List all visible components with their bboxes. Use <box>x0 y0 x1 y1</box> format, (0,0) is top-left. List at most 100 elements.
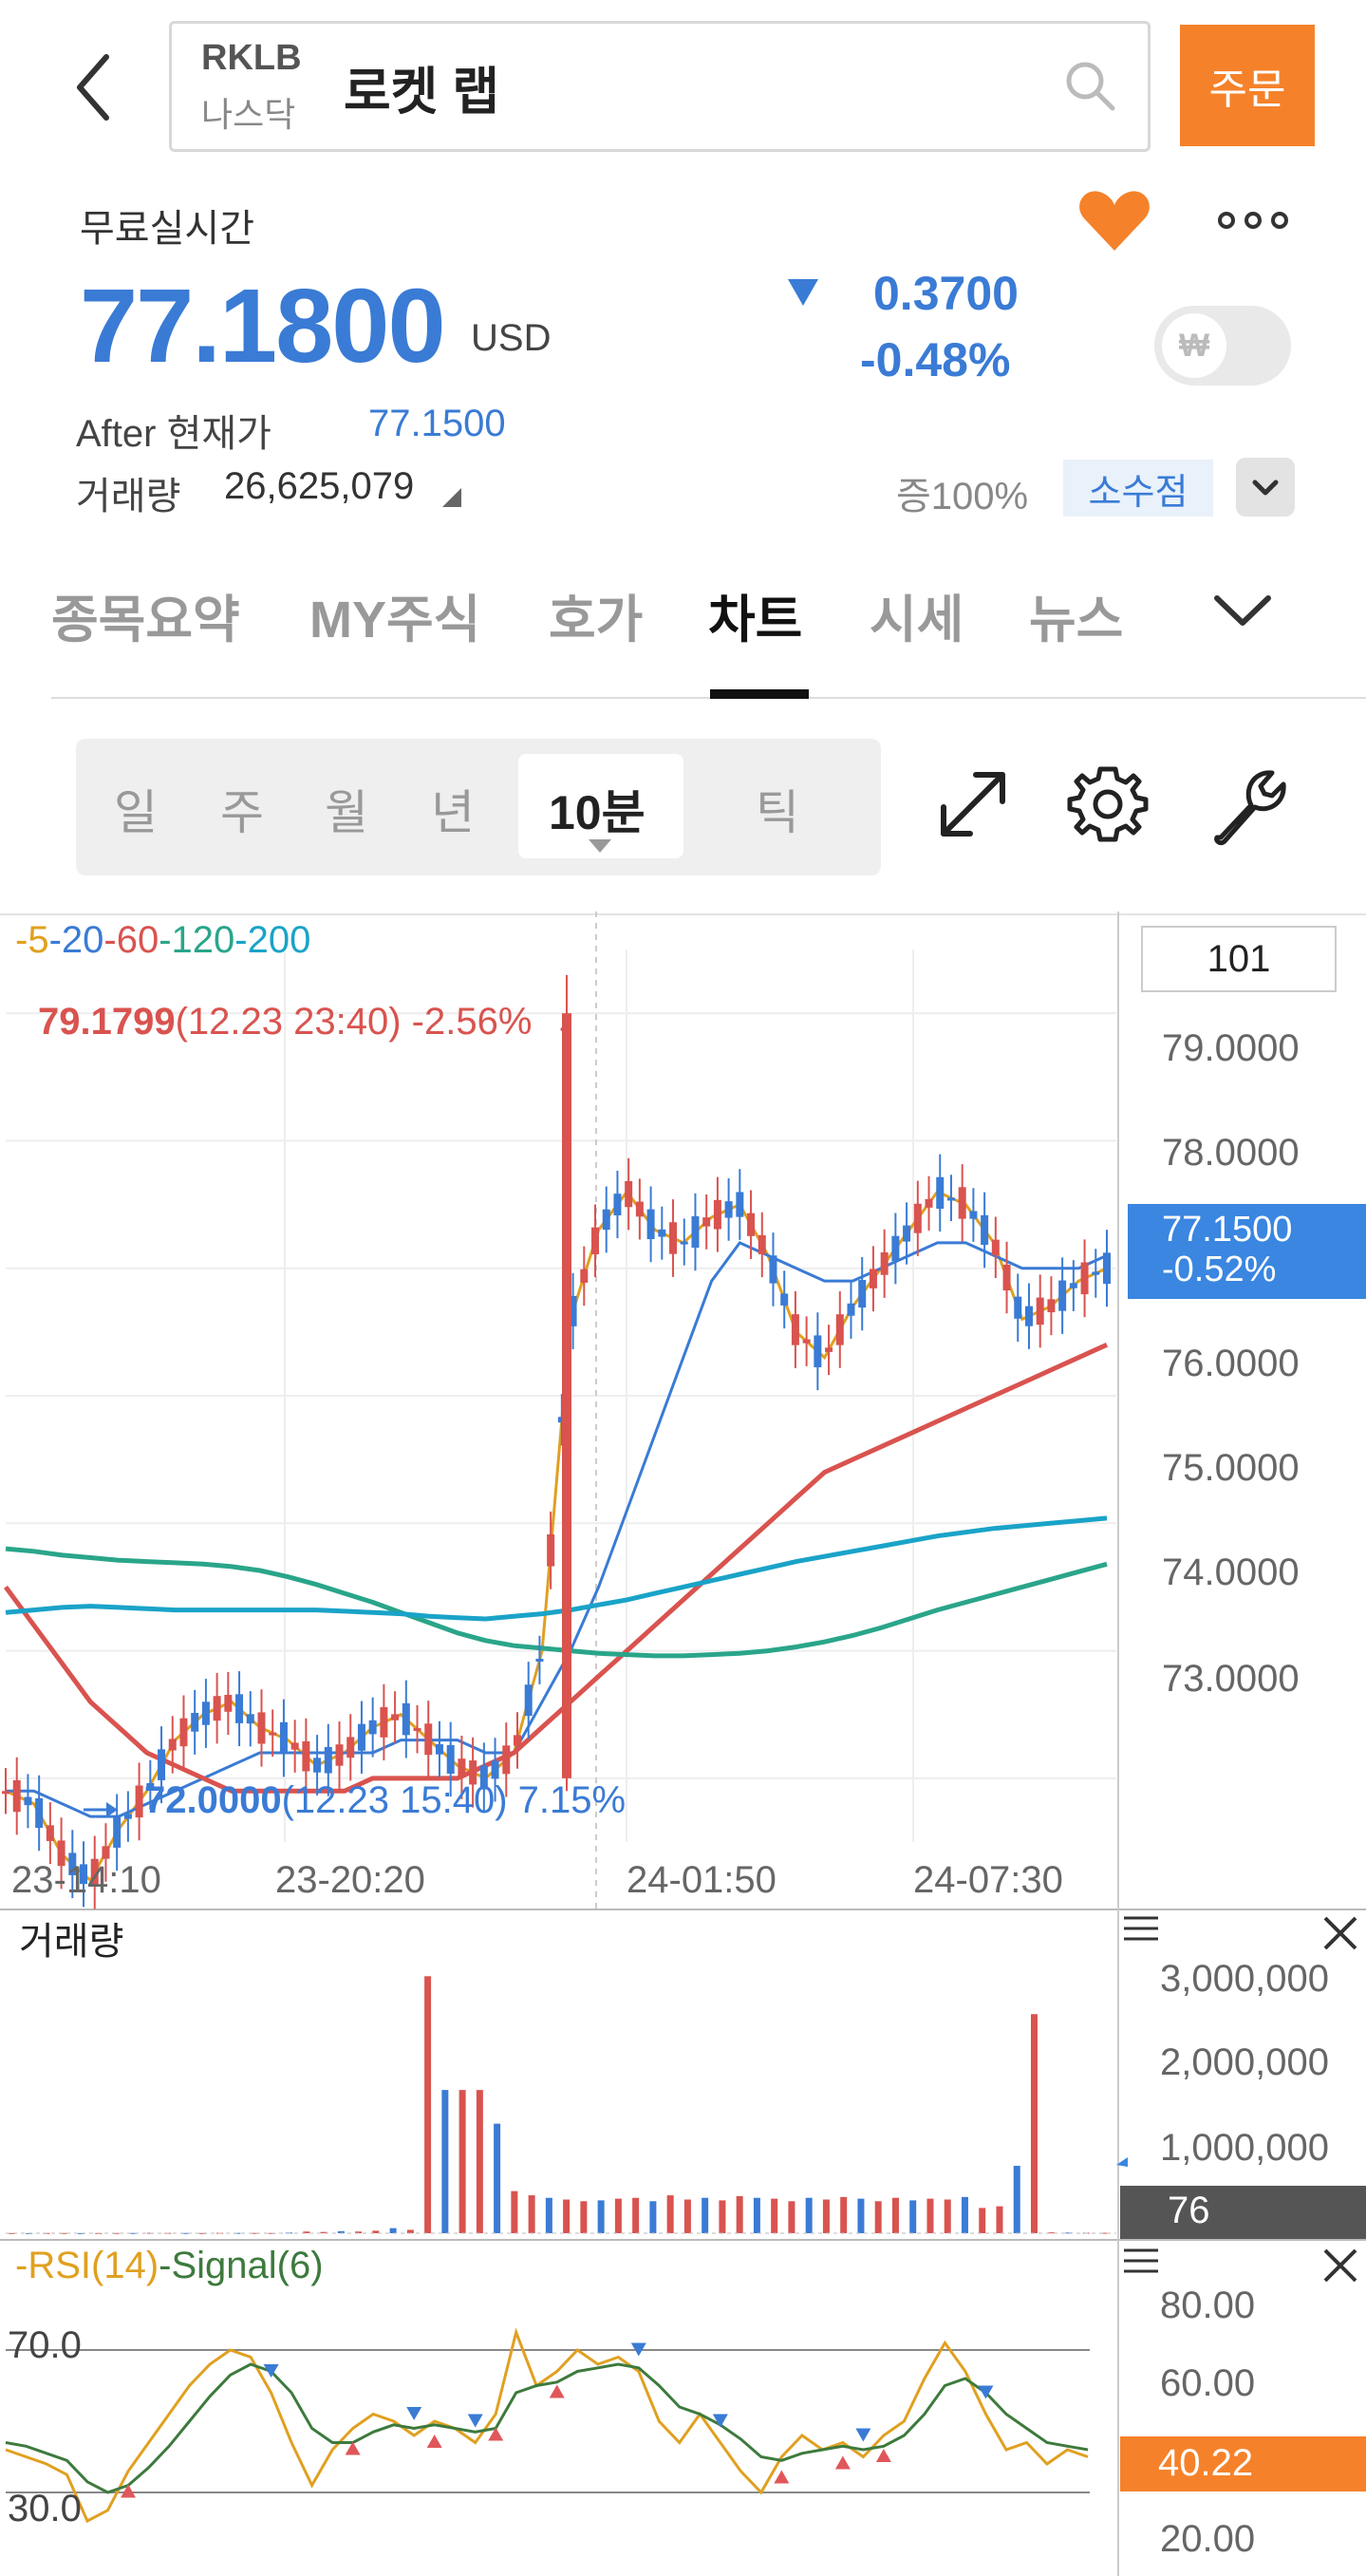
change-amount: 0.3700 <box>873 267 1019 320</box>
ma-legend: -5-20-60-120-200 <box>15 919 310 962</box>
ma-line-3 <box>5 1546 1108 1659</box>
wrench-tool-icon[interactable] <box>1202 762 1287 847</box>
search-box[interactable] <box>169 21 1151 152</box>
tab-quotes[interactable]: 시세 <box>870 577 964 652</box>
candle-body <box>135 1785 143 1818</box>
rsi-legend-signal: -Signal(6) <box>159 2245 324 2286</box>
y-tick-74: 74.0000 <box>1162 1551 1300 1593</box>
candle-body <box>535 1658 544 1662</box>
candle-body <box>269 1732 277 1736</box>
currency-toggle[interactable]: ₩ <box>1154 306 1291 385</box>
fractional-share-badge[interactable]: 소수점 <box>1063 460 1213 517</box>
rsi-cross-marker-icon <box>774 2470 790 2484</box>
candle-body <box>224 1695 233 1712</box>
candle-body <box>357 1723 365 1751</box>
tabs-more-chevron-icon[interactable] <box>1209 587 1276 634</box>
after-hours-price: 77.1500 <box>368 403 506 444</box>
period-week[interactable]: 주 <box>220 775 264 843</box>
favorite-heart-icon[interactable] <box>1076 188 1152 254</box>
candle-body <box>1080 1262 1089 1295</box>
rsi-tick-60: 60.00 <box>1160 2362 1256 2404</box>
candle-body <box>446 1744 455 1774</box>
settings-gear-icon[interactable] <box>1065 762 1151 847</box>
candle-body <box>1014 1296 1022 1319</box>
candle-body <box>602 1209 610 1231</box>
rsi-close-icon[interactable] <box>1321 2247 1359 2285</box>
candle-body <box>981 1214 989 1246</box>
candle-body <box>191 1713 199 1732</box>
y-tick-76: 76.0000 <box>1162 1343 1300 1384</box>
volume-bar <box>614 2198 622 2233</box>
x-tick-2: 24-01:50 <box>627 1859 777 1901</box>
search-icon[interactable] <box>1061 57 1118 114</box>
volume-bar <box>909 2200 917 2233</box>
volume-bar <box>719 2200 726 2233</box>
volume-close-icon[interactable] <box>1321 1914 1359 1952</box>
tab-news[interactable]: 뉴스 <box>1029 577 1123 652</box>
volume-bar <box>979 2208 986 2233</box>
back-button[interactable] <box>66 49 123 125</box>
ma-line-2 <box>3 1343 1109 1794</box>
candle-body <box>580 1269 589 1283</box>
rsi-cross-marker-icon <box>426 2435 442 2448</box>
candle-body <box>1103 1252 1111 1285</box>
period-tick[interactable]: 틱 <box>756 775 799 843</box>
period-dropdown-icon <box>589 839 611 853</box>
candle-body <box>814 1335 822 1367</box>
active-tab-underline <box>710 689 809 699</box>
ma200-label: -200 <box>234 919 311 961</box>
fullscreen-icon[interactable] <box>930 762 1016 847</box>
currency-label: USD <box>471 317 552 359</box>
candle-body <box>201 1702 210 1725</box>
candle-body <box>758 1234 766 1254</box>
candle-body <box>913 1203 922 1233</box>
tab-my-stock[interactable]: MY주식 <box>309 577 480 652</box>
volume-label: 거래량 <box>76 476 181 517</box>
order-button[interactable]: 주문 <box>1180 25 1315 146</box>
candle-body <box>669 1222 678 1254</box>
candle-body <box>24 1796 32 1806</box>
ma5-label: -5 <box>15 919 49 961</box>
candle-body <box>290 1742 299 1750</box>
candle-body <box>12 1779 21 1813</box>
expand-button[interactable] <box>1236 458 1295 517</box>
period-10min[interactable]: 10분 <box>549 775 646 843</box>
candle-body <box>936 1176 945 1209</box>
rsi-tick-80: 80.00 <box>1160 2285 1256 2326</box>
volume-bar <box>1030 2014 1038 2233</box>
candle-body <box>2 1791 9 1795</box>
period-year[interactable]: 년 <box>431 775 475 843</box>
period-month[interactable]: 월 <box>325 775 368 843</box>
volume-bar <box>580 2201 588 2233</box>
candle-body <box>1092 1271 1100 1275</box>
candle-body <box>502 1745 511 1775</box>
candle-body <box>302 1740 310 1772</box>
rsi-ref-70: 70.0 <box>8 2324 82 2366</box>
volume-menu-icon[interactable] <box>1122 1914 1160 1943</box>
candle-body <box>246 1714 254 1724</box>
tab-summary[interactable]: 종목요약 <box>51 577 240 652</box>
candle-body <box>279 1721 288 1755</box>
candle-body <box>391 1714 400 1720</box>
candle-body <box>46 1825 54 1841</box>
tab-chart[interactable]: 차트 <box>708 577 802 652</box>
candle-body <box>724 1201 733 1218</box>
volume-bar <box>649 2201 657 2233</box>
period-day[interactable]: 일 <box>114 775 158 843</box>
after-hours-label: After 현재가 <box>76 413 271 455</box>
candle-body <box>880 1251 889 1275</box>
candle-body <box>1002 1264 1011 1291</box>
more-options-icon[interactable] <box>1215 201 1291 239</box>
candle-body <box>625 1180 633 1208</box>
tab-divider <box>51 697 1366 699</box>
volume-corner-icon <box>442 488 461 507</box>
candle-body <box>213 1696 221 1721</box>
candle-body <box>547 1534 555 1567</box>
tab-orderbook[interactable]: 호가 <box>549 577 643 652</box>
volume-bar <box>545 2197 552 2233</box>
candle-body <box>235 1694 244 1723</box>
volume-bar <box>771 2198 778 2233</box>
ma20-label: -20 <box>48 919 104 961</box>
visible-count-box[interactable]: 101 <box>1141 926 1337 992</box>
rsi-menu-icon[interactable] <box>1122 2247 1160 2275</box>
